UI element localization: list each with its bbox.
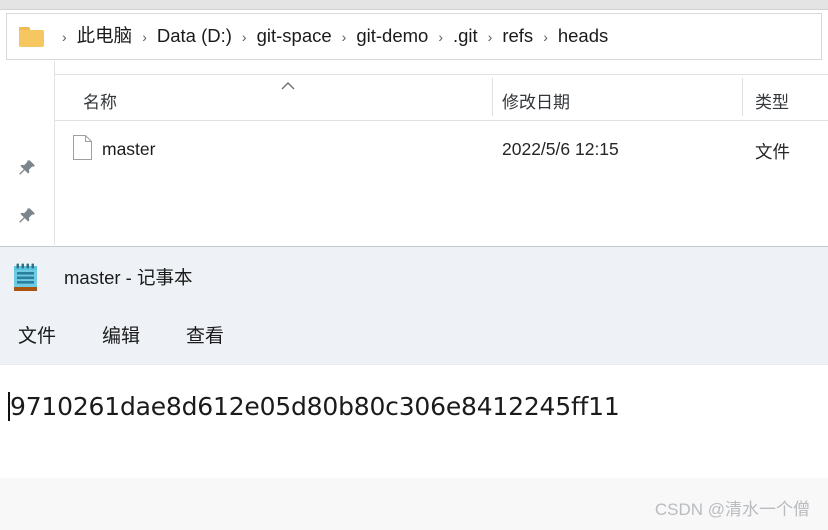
notepad-icon [12,263,39,292]
chevron-up-icon [281,82,295,90]
column-header-date-modified[interactable]: 修改日期 [502,88,570,113]
breadcrumb-separator: › [142,28,147,45]
notepad-title: master - 记事本 [64,267,193,288]
address-bar[interactable]: › 此电脑 › Data (D:) › git-space › git-demo… [6,13,822,60]
file-list-header: 名称 修改日期 类型 [55,74,828,121]
breadcrumb-item-git-space[interactable]: git-space [256,25,333,48]
menu-item-view[interactable]: 查看 [176,317,234,352]
notepad-menu-bar: 文件 编辑 查看 [0,307,828,361]
breadcrumb-item-git-demo[interactable]: git-demo [355,25,429,48]
pin-icon[interactable] [17,206,37,226]
menu-item-file[interactable]: 文件 [8,317,66,352]
breadcrumb-separator: › [543,28,548,45]
notepad-title-bar[interactable]: master - 记事本 [0,247,828,307]
document-text: 9710261dae8d612e05d80b80c306e8412245ff11 [10,392,620,421]
breadcrumb-separator: › [341,28,347,45]
breadcrumb-item-this-pc[interactable]: 此电脑 [76,25,134,48]
screen: › 此电脑 › Data (D:) › git-space › git-demo… [0,0,828,530]
breadcrumb-separator: › [487,28,493,45]
breadcrumb-item-heads[interactable]: heads [557,25,609,48]
column-header-name[interactable]: 名称 [83,88,117,113]
breadcrumb-separator: › [438,28,443,45]
notepad-text-area[interactable]: 9710261dae8d612e05d80b80c306e8412245ff11 [0,364,828,479]
notepad-window: master - 记事本 文件 编辑 查看 9710261dae8d612e05… [0,246,828,479]
bottom-area: CSDN @清水一个僧 [0,478,828,530]
watermark: CSDN @清水一个僧 [654,500,810,519]
pin-icon[interactable] [17,158,37,178]
table-row[interactable]: master 2022/5/6 12:15 文件 [55,126,828,172]
breadcrumb-item-refs[interactable]: refs [501,25,534,48]
folder-icon [19,26,44,47]
breadcrumb-item-data-d[interactable]: Data (D:) [156,25,233,48]
column-divider[interactable] [742,78,743,116]
cell-date-modified: 2022/5/6 12:15 [502,139,619,159]
file-icon [73,135,92,160]
window-top-strip [0,0,828,10]
breadcrumb-item-dot-git[interactable]: .git [452,25,479,48]
menu-item-edit[interactable]: 编辑 [92,317,150,352]
header-top-divider [55,74,828,75]
column-header-type[interactable]: 类型 [755,88,789,113]
cell-file-name: master [102,139,156,159]
column-divider[interactable] [492,78,493,116]
cell-file-type: 文件 [755,142,790,162]
breadcrumb-separator: › [241,28,247,45]
navigation-pane [6,61,55,245]
file-explorer-window: › 此电脑 › Data (D:) › git-space › git-demo… [0,0,828,246]
breadcrumb-separator: › [62,28,67,45]
